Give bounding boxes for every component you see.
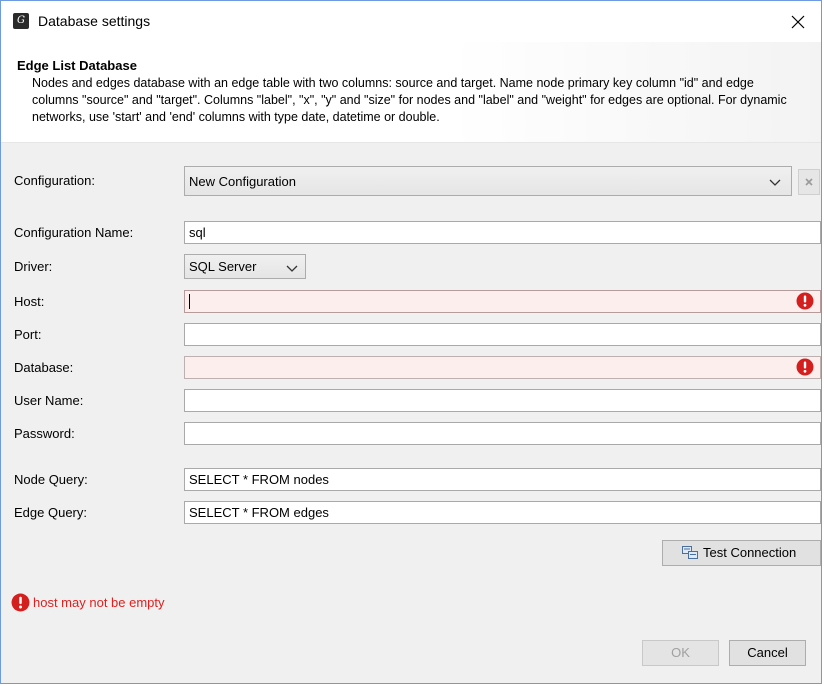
configuration-name-input[interactable] <box>184 221 821 244</box>
database-input[interactable] <box>184 356 821 379</box>
delete-config-icon <box>805 178 813 186</box>
configuration-name-label: Configuration Name: <box>14 225 134 240</box>
ok-button[interactable]: OK <box>642 640 719 666</box>
driver-label: Driver: <box>14 259 53 274</box>
host-label: Host: <box>14 294 45 309</box>
test-connection-button[interactable]: Test Connection <box>662 540 821 566</box>
port-label: Port: <box>14 327 42 342</box>
configuration-select[interactable]: New Configuration <box>184 166 792 196</box>
status-text: host may not be empty <box>33 595 165 610</box>
password-input[interactable] <box>184 422 821 445</box>
title-bar: G Database settings <box>1 1 821 42</box>
chevron-down-icon <box>769 179 781 186</box>
database-label: Database: <box>14 360 74 375</box>
text-cursor <box>189 294 190 309</box>
test-connection-icon <box>682 546 698 559</box>
password-label: Password: <box>14 426 75 441</box>
close-icon <box>791 15 805 28</box>
host-input[interactable] <box>184 290 821 313</box>
edge-query-label: Edge Query: <box>14 505 87 520</box>
error-icon <box>11 593 30 612</box>
error-icon <box>796 292 814 310</box>
close-button[interactable] <box>775 1 821 42</box>
header-title: Edge List Database <box>17 58 137 73</box>
node-query-label: Node Query: <box>14 472 88 487</box>
node-query-input[interactable] <box>184 468 821 491</box>
configuration-label: Configuration: <box>14 173 95 188</box>
cancel-button[interactable]: Cancel <box>729 640 806 666</box>
driver-select[interactable]: SQL Server <box>184 254 306 279</box>
header-panel: Edge List Database Nodes and edges datab… <box>1 42 821 143</box>
test-connection-label: Test Connection <box>703 545 797 560</box>
configuration-selected-value: New Configuration <box>189 174 296 189</box>
delete-configuration-button[interactable] <box>798 169 820 195</box>
user-name-input[interactable] <box>184 389 821 412</box>
driver-selected-value: SQL Server <box>189 259 257 274</box>
user-name-label: User Name: <box>14 393 84 408</box>
port-input[interactable] <box>184 323 821 346</box>
database-settings-dialog: G Database settings Edge List Database N… <box>0 0 822 684</box>
error-icon <box>796 358 814 376</box>
header-description: Nodes and edges database with an edge ta… <box>32 76 787 124</box>
app-icon: G <box>13 13 29 29</box>
window-title: Database settings <box>38 13 151 29</box>
chevron-down-icon <box>286 265 298 272</box>
edge-query-input[interactable] <box>184 501 821 524</box>
